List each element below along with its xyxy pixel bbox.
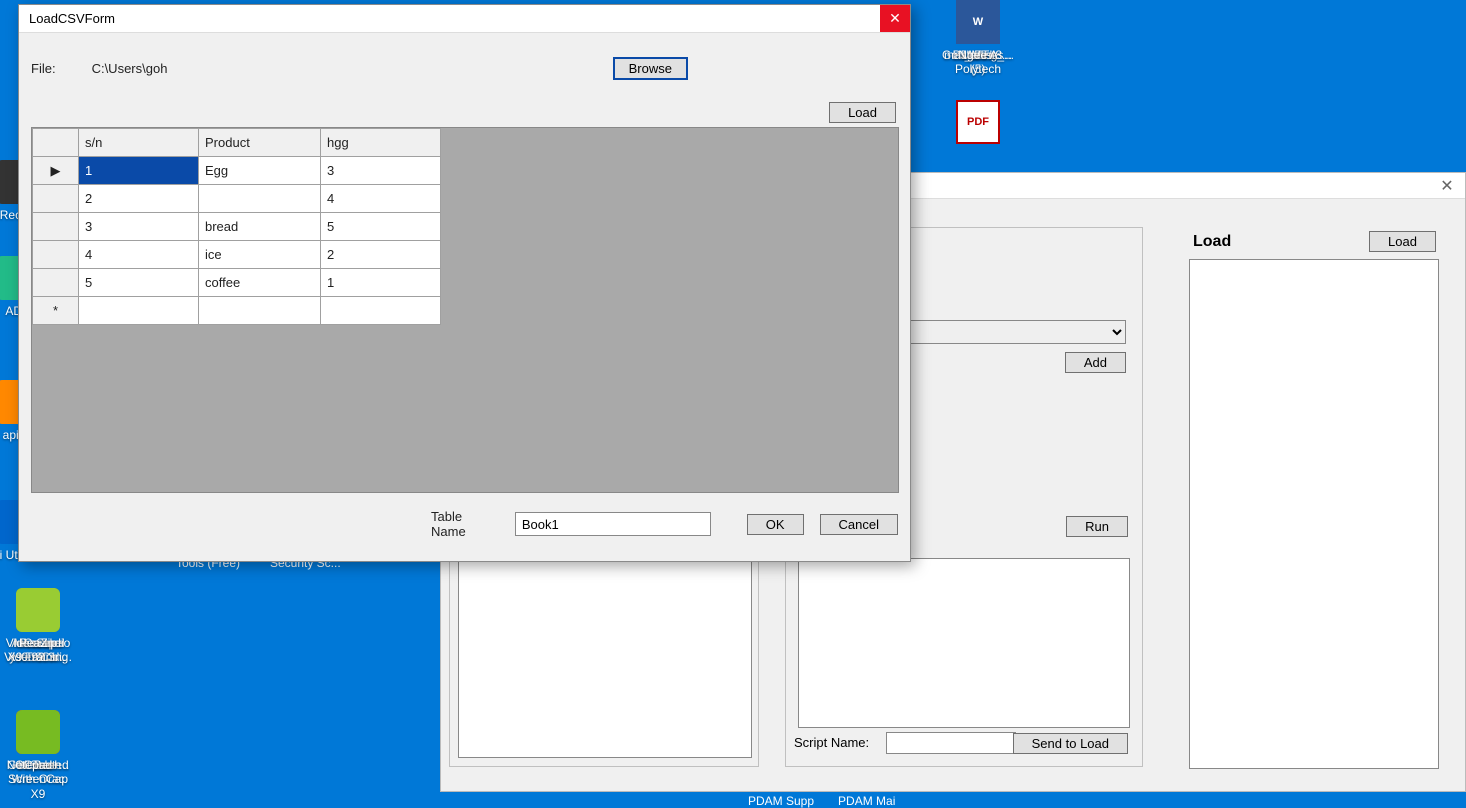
file-path: C:\Users\goh [92,61,168,76]
cell[interactable]: 5 [321,213,441,241]
window-title: LoadCSVForm [29,11,115,26]
load-heading: Load [1193,233,1231,251]
cancel-button[interactable]: Cancel [820,514,898,535]
cell[interactable]: 2 [321,241,441,269]
column-header[interactable]: s/n [79,129,199,157]
table-name-label: Table Name [431,509,499,539]
close-button[interactable]: ✕ [880,5,910,32]
table-name-input[interactable] [515,512,711,536]
load-button[interactable]: Load [829,102,896,123]
cell[interactable] [321,297,441,325]
bg-load-button[interactable]: Load [1369,231,1436,252]
cell[interactable]: 4 [321,185,441,213]
table-row[interactable]: 4 ice 2 [33,241,441,269]
script-name-input[interactable] [886,732,1016,754]
column-header[interactable]: hgg [321,129,441,157]
table-row[interactable]: 3 bread 5 [33,213,441,241]
bg-dropdown[interactable] [906,320,1126,344]
cell[interactable] [79,297,199,325]
cell[interactable]: 5 [79,269,199,297]
column-header[interactable]: Product [199,129,321,157]
row-header-blank[interactable] [33,129,79,157]
bg-mid-textarea[interactable] [798,558,1130,728]
desktop-label: PDAM Mai [838,794,895,808]
add-button[interactable]: Add [1065,352,1126,373]
new-row-marker: * [33,297,79,325]
cell[interactable]: 4 [79,241,199,269]
file-label: File: [31,61,56,76]
browse-button[interactable]: Browse [613,57,688,80]
desktop-icon[interactable]: PDF [940,100,1016,148]
current-row-marker: ▶ [33,157,79,185]
ok-button[interactable]: OK [747,514,804,535]
cell[interactable]: 1 [321,269,441,297]
cell[interactable]: 2 [79,185,199,213]
close-icon[interactable]: ✕ [1433,176,1461,196]
desktop-icon[interactable]: PeaZip [0,588,76,650]
desktop-label: PDAM Supp [748,794,814,808]
cell[interactable]: coffee [199,269,321,297]
cell[interactable]: 3 [321,157,441,185]
cell[interactable] [199,297,321,325]
cell[interactable]: 3 [79,213,199,241]
cell[interactable]: Egg [199,157,321,185]
bg-right-listbox[interactable] [1189,259,1439,769]
table-row-new[interactable]: * [33,297,441,325]
cell[interactable]: bread [199,213,321,241]
data-grid[interactable]: s/n Product hgg ▶ 1 Egg 3 2 4 [31,127,899,493]
window-titlebar[interactable]: LoadCSVForm ✕ [19,5,910,33]
table-row[interactable]: 2 4 [33,185,441,213]
loadcsvform-window: LoadCSVForm ✕ File: C:\Users\goh Browse … [18,4,911,562]
script-name-label: Script Name: [794,735,869,750]
cell[interactable] [199,185,321,213]
table-row[interactable]: ▶ 1 Egg 3 [33,157,441,185]
table-row[interactable]: 5 coffee 1 [33,269,441,297]
desktop-icon[interactable]: WNgee A Polytech [940,0,1016,77]
cell[interactable]: ice [199,241,321,269]
desktop-icon[interactable]: Notepad+... [0,710,76,772]
send-to-load-button[interactable]: Send to Load [1013,733,1128,754]
run-button[interactable]: Run [1066,516,1128,537]
cell[interactable]: 1 [79,157,199,185]
